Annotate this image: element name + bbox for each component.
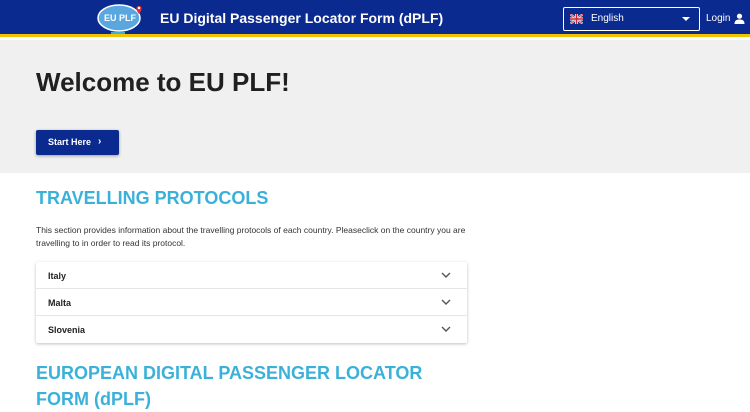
travelling-protocols-title: TRAVELLING PROTOCOLS [36,188,269,208]
uk-flag-icon [570,14,583,24]
language-select[interactable]: English [563,7,700,31]
chevron-right-icon: › [98,136,102,147]
country-label: Italy [48,271,67,281]
accordion-item-malta[interactable]: Malta [36,289,467,316]
user-icon[interactable] [734,13,745,24]
eu-plf-logo[interactable]: EU PLF [95,2,147,36]
chevron-down-icon [441,272,451,278]
dplf-section-title: EUROPEAN DIGITAL PASSENGER LOCATOR FORM … [36,363,423,409]
country-label: Slovenia [48,325,86,335]
protocols-description: This section provides information about … [36,225,466,248]
hero-section: Welcome to EU PLF! Start Here › [0,40,750,173]
start-here-button[interactable]: Start Here › [36,130,119,155]
country-accordion: Italy Malta Slovenia [36,262,467,343]
country-label: Malta [48,298,72,308]
chevron-down-icon [441,299,451,305]
accordion-item-italy[interactable]: Italy [36,262,467,289]
app-title: EU Digital Passenger Locator Form (dPLF) [160,10,444,26]
login-link[interactable]: Login [706,13,730,24]
language-value: English [591,13,624,24]
page-title: Welcome to EU PLF! [36,67,290,97]
logo-text: EU PLF [104,13,137,23]
dropdown-caret-icon [682,17,690,21]
top-navbar: EU PLF EU Digital Passenger Locator Form… [0,0,750,37]
start-here-label: Start Here [48,137,92,147]
chevron-down-icon [441,326,451,332]
accordion-item-slovenia[interactable]: Slovenia [36,316,467,343]
